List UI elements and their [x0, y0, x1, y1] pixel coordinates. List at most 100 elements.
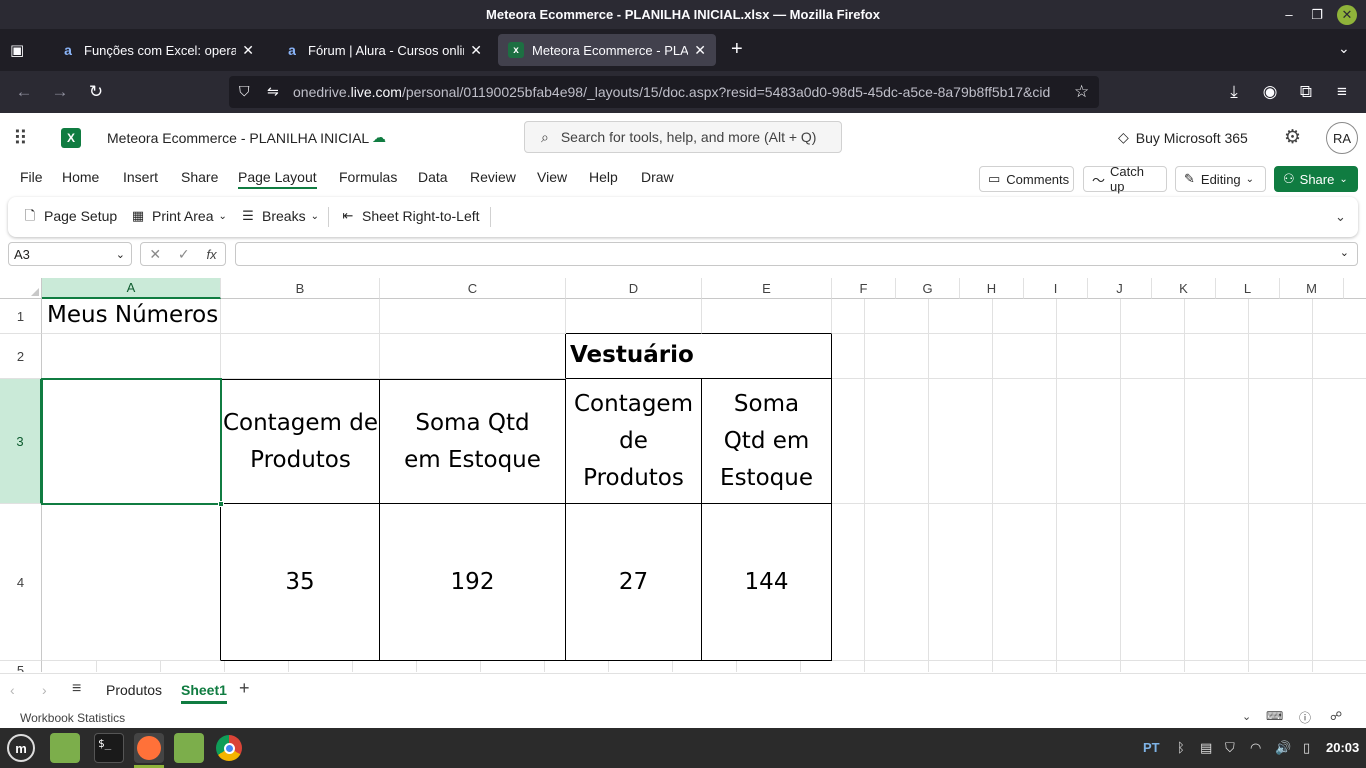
site-permissions-icon[interactable]: ⇋ — [267, 83, 279, 100]
cell-d3[interactable]: Contagem de Produtos — [566, 379, 702, 504]
column-header-d[interactable]: D — [566, 278, 702, 299]
cell-e4[interactable]: 144 — [702, 504, 832, 661]
url-text[interactable]: onedrive.live.com/personal/01190025bfab4… — [293, 84, 1068, 100]
column-header-m[interactable]: M — [1280, 278, 1344, 299]
keyboard-layout[interactable]: PT — [1143, 740, 1160, 755]
terminal-icon[interactable]: $_ — [94, 733, 124, 763]
close-tab-icon[interactable]: ✕ — [470, 42, 482, 59]
sheet-right-to-left-button[interactable]: ⇤ Sheet Right-to-Left — [340, 208, 480, 224]
cell-d1[interactable] — [566, 299, 702, 334]
select-all-corner[interactable] — [0, 278, 42, 299]
tab-formulas[interactable]: Formulas — [339, 169, 397, 185]
row-header-2[interactable]: 2 — [0, 334, 42, 379]
document-title[interactable]: Meteora Ecommerce - PLANILHA INICIAL — [107, 130, 369, 146]
chevron-down-icon[interactable]: ⌄ — [1242, 710, 1251, 723]
extensions-icon[interactable]: ⧉ — [1294, 80, 1318, 104]
cell-b1[interactable] — [221, 299, 380, 334]
url-bar[interactable]: ⛉ ⇋ onedrive.live.com/personal/01190025b… — [229, 76, 1099, 108]
breaks-button[interactable]: ☰ Breaks ⌄ — [240, 208, 319, 224]
tab-view[interactable]: View — [537, 169, 567, 185]
column-header-k[interactable]: K — [1152, 278, 1216, 299]
column-header-i[interactable]: I — [1024, 278, 1088, 299]
cell-b4[interactable]: 35 — [221, 504, 380, 661]
catch-up-button[interactable]: 〜 Catch up — [1083, 164, 1167, 194]
wifi-icon[interactable]: ◠ — [1250, 740, 1261, 756]
column-header-e[interactable]: E — [702, 278, 832, 299]
tab-help[interactable]: Help — [589, 169, 618, 185]
row-header-1[interactable]: 1 — [0, 299, 42, 334]
cell-a2[interactable] — [42, 334, 221, 379]
column-header-g[interactable]: G — [896, 278, 960, 299]
expand-formula-icon[interactable]: ⌄ — [1340, 246, 1349, 259]
firefox-icon[interactable] — [134, 733, 164, 763]
chrome-icon[interactable] — [214, 733, 244, 763]
row-header-3[interactable]: 3 — [0, 379, 42, 504]
name-box[interactable]: A3 ⌄ — [8, 242, 132, 266]
tab-insert[interactable]: Insert — [123, 169, 158, 185]
app-launcher-icon[interactable]: ⠿ — [13, 126, 28, 151]
column-header-f[interactable]: F — [832, 278, 896, 299]
add-sheet-icon[interactable]: + — [239, 678, 250, 699]
close-window-icon[interactable]: ✕ — [1332, 0, 1362, 29]
workbook-statistics[interactable]: Workbook Statistics — [20, 711, 125, 725]
cell-d2-merged[interactable]: Vestuário — [566, 334, 832, 379]
tab-draw[interactable]: Draw — [641, 169, 674, 185]
cell-e3[interactable]: Soma Qtd em Estoque — [702, 379, 832, 504]
tab-overview-icon[interactable]: ▣ — [10, 41, 24, 59]
all-sheets-icon[interactable]: ≡ — [72, 680, 81, 698]
mint-menu-icon[interactable]: m — [6, 733, 36, 763]
home-folder-icon[interactable] — [174, 733, 204, 763]
cell-e1[interactable] — [702, 299, 832, 334]
sheet-tab-produtos[interactable]: Produtos — [106, 682, 162, 698]
fill-handle[interactable] — [218, 501, 224, 507]
column-header-a[interactable]: A — [42, 278, 221, 299]
search-box[interactable]: ⌕ Search for tools, help, and more (Alt … — [524, 121, 842, 153]
page-setup-button[interactable]: 🗋 Page Setup — [22, 208, 117, 224]
new-tab-icon[interactable]: + — [731, 38, 743, 61]
menu-hamburger-icon[interactable]: ≡ — [1330, 80, 1354, 104]
sheet-tab-sheet1[interactable]: Sheet1 — [181, 682, 227, 704]
account-icon[interactable]: ◉ — [1258, 80, 1282, 104]
cell-b3[interactable]: Contagem de Produtos — [221, 379, 380, 504]
forward-icon[interactable]: → — [48, 80, 72, 104]
formula-input[interactable]: ⌄ — [235, 242, 1358, 266]
keyboard-icon[interactable]: ⌨ — [1266, 709, 1283, 723]
row-header-4[interactable]: 4 — [0, 504, 42, 661]
settings-gear-icon[interactable]: ⚙ — [1284, 126, 1301, 149]
bluetooth-icon[interactable]: ᛒ — [1177, 740, 1185, 755]
cell-b2[interactable] — [221, 334, 380, 379]
feedback-icon[interactable]: ☍ — [1330, 709, 1342, 723]
tab-review[interactable]: Review — [470, 169, 516, 185]
tab-file[interactable]: File — [20, 169, 43, 185]
tab-page-layout[interactable]: Page Layout — [238, 169, 317, 189]
files-folder-icon[interactable] — [50, 733, 80, 763]
cell-d4[interactable]: 27 — [566, 504, 702, 661]
shield-icon[interactable]: ⛉ — [239, 83, 250, 100]
buy-microsoft-365-button[interactable]: ◇ Buy Microsoft 365 — [1118, 129, 1248, 146]
clipboard-icon[interactable]: ▤ — [1200, 740, 1212, 756]
battery-icon[interactable]: ▯ — [1303, 740, 1310, 756]
tab-funcoes-excel[interactable]: a Funções com Excel: operaçõ ✕ — [50, 34, 264, 66]
back-icon[interactable]: ← — [12, 80, 36, 104]
shield-update-icon[interactable]: ⛉ — [1225, 740, 1235, 756]
cell-c2[interactable] — [380, 334, 566, 379]
tab-forum-alura[interactable]: a Fórum | Alura - Cursos onlin ✕ — [274, 34, 492, 66]
tab-share[interactable]: Share — [181, 169, 218, 185]
share-button[interactable]: ⚇ Share ⌄ — [1274, 166, 1358, 192]
expand-ribbon-icon[interactable]: ⌄ — [1335, 209, 1346, 225]
bookmark-star-icon[interactable]: ☆ — [1074, 82, 1089, 102]
reload-icon[interactable]: ↻ — [84, 80, 108, 104]
close-tab-icon[interactable]: ✕ — [694, 42, 706, 59]
help-icon[interactable]: ⓘ — [1299, 709, 1311, 726]
column-header-n[interactable] — [1344, 278, 1366, 299]
comments-button[interactable]: ▭ Comments — [979, 166, 1074, 192]
column-header-b[interactable]: B — [221, 278, 380, 299]
tab-data[interactable]: Data — [418, 169, 448, 185]
cell-a4[interactable] — [42, 504, 221, 661]
insert-function-icon[interactable]: fx — [206, 247, 216, 262]
minimize-icon[interactable]: – — [1274, 0, 1304, 29]
column-header-l[interactable]: L — [1216, 278, 1280, 299]
column-header-j[interactable]: J — [1088, 278, 1152, 299]
column-header-c[interactable]: C — [380, 278, 566, 299]
scroll-left-icon[interactable]: ‹ — [10, 682, 15, 698]
